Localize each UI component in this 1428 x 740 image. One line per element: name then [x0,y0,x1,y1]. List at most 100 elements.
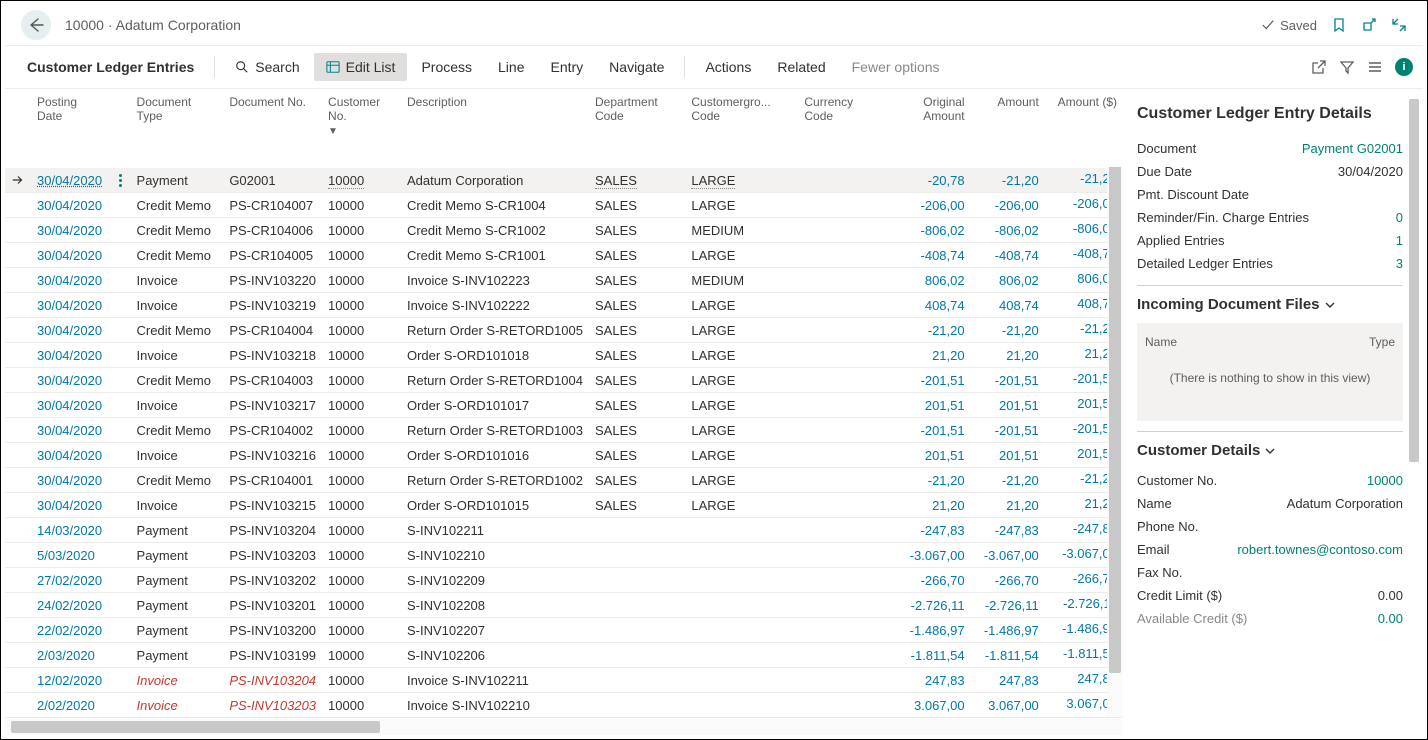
col-original-amount[interactable]: Original Amount [881,89,971,168]
cell-cust-no[interactable]: 10000 [322,568,401,593]
cell-posting-date[interactable]: 30/04/2020 [31,418,111,443]
cell-orig-amount[interactable]: -201,51 [881,368,971,393]
cell-orig-amount[interactable]: 247,83 [881,668,971,693]
table-row[interactable]: 30/04/2020Credit MemoPS-CR10400410000Ret… [5,318,1123,343]
cell-posting-date[interactable]: 24/02/2020 [31,593,111,618]
cell-orig-amount[interactable]: -266,70 [881,568,971,593]
cell-posting-date[interactable]: 14/03/2020 [31,518,111,543]
cell-cust-no[interactable]: 10000 [322,668,401,693]
cell-custgroup[interactable]: LARGE [685,418,798,443]
cell-cust-no[interactable]: 10000 [322,693,401,718]
fb-applied[interactable]: Applied Entries1 [1137,229,1403,252]
cell-custgroup[interactable]: LARGE [685,368,798,393]
col-amount-lcy[interactable]: Amount ($) [1045,89,1123,168]
cell-cust-no[interactable]: 10000 [322,368,401,393]
col-doc-type[interactable]: Document Type [131,89,224,168]
row-actions[interactable] [111,218,131,243]
cell-dept[interactable]: SALES [589,268,685,293]
table-row[interactable]: 30/04/2020InvoicePS-INV10321710000Order … [5,393,1123,418]
cell-amount[interactable]: -806,02 [971,218,1045,243]
cell-amount[interactable]: -2.726,11 [971,593,1045,618]
cell-posting-date[interactable]: 30/04/2020 [31,168,111,193]
cell-orig-amount[interactable]: -21,20 [881,468,971,493]
cell-orig-amount[interactable]: -2.726,11 [881,593,971,618]
cell-dept[interactable]: SALES [589,218,685,243]
table-row[interactable]: 2/02/2020InvoicePS-INV10320310000Invoice… [5,693,1123,718]
cell-dept[interactable] [589,693,685,718]
table-row[interactable]: 30/04/2020Credit MemoPS-CR10400210000Ret… [5,418,1123,443]
cell-dept[interactable] [589,643,685,668]
cell-orig-amount[interactable]: -247,83 [881,518,971,543]
cell-orig-amount[interactable]: 21,20 [881,343,971,368]
fb-available-credit[interactable]: Available Credit ($)0.00 [1137,607,1403,630]
fb-detailed[interactable]: Detailed Ledger Entries3 [1137,252,1403,275]
incoming-docs-header[interactable]: Incoming Document Files [1137,296,1403,313]
cell-posting-date[interactable]: 30/04/2020 [31,343,111,368]
cell-cust-no[interactable]: 10000 [322,643,401,668]
cell-posting-date[interactable]: 12/02/2020 [31,668,111,693]
table-row[interactable]: 2/03/2020PaymentPS-INV10319910000S-INV10… [5,643,1123,668]
cell-amount[interactable]: -206,00 [971,193,1045,218]
cell-amount[interactable]: 201,51 [971,393,1045,418]
table-row[interactable]: 30/04/2020Credit MemoPS-CR10400510000Cre… [5,243,1123,268]
fb-email[interactable]: Emailrobert.townes@contoso.com [1137,538,1403,561]
cell-orig-amount[interactable]: 201,51 [881,443,971,468]
fb-cust-no[interactable]: Customer No.10000 [1137,469,1403,492]
entry-menu[interactable]: Entry [538,53,595,81]
cell-posting-date[interactable]: 30/04/2020 [31,493,111,518]
cell-amount[interactable]: 247,83 [971,668,1045,693]
cell-posting-date[interactable]: 2/03/2020 [31,643,111,668]
cell-cust-no[interactable]: 10000 [322,268,401,293]
cell-posting-date[interactable]: 30/04/2020 [31,268,111,293]
fb-reminder[interactable]: Reminder/Fin. Charge Entries0 [1137,206,1403,229]
cell-amount[interactable]: -1.811,54 [971,643,1045,668]
cell-custgroup[interactable] [685,668,798,693]
cell-custgroup[interactable]: LARGE [685,168,798,193]
cell-amount[interactable]: 21,20 [971,493,1045,518]
cell-amount[interactable]: -247,83 [971,518,1045,543]
cell-dept[interactable] [589,518,685,543]
share-icon[interactable] [1311,59,1327,75]
popout-icon[interactable] [1361,17,1377,33]
cell-amount[interactable]: -21,20 [971,468,1045,493]
actions-menu[interactable]: Actions [693,53,763,81]
cell-custgroup[interactable]: LARGE [685,243,798,268]
cell-cust-no[interactable]: 10000 [322,443,401,468]
bookmark-icon[interactable] [1331,17,1347,33]
row-actions[interactable] [111,593,131,618]
cell-custgroup[interactable]: MEDIUM [685,218,798,243]
cell-custgroup[interactable]: LARGE [685,443,798,468]
cell-custgroup[interactable] [685,518,798,543]
cell-amount[interactable]: -201,51 [971,418,1045,443]
cell-orig-amount[interactable]: 806,02 [881,268,971,293]
col-cust-no[interactable]: Customer No.▼ [322,89,401,168]
table-row[interactable]: 30/04/2020InvoicePS-INV10322010000Invoic… [5,268,1123,293]
table-row[interactable]: 30/04/2020InvoicePS-INV10321910000Invoic… [5,293,1123,318]
collapse-icon[interactable] [1391,17,1407,33]
cell-custgroup[interactable]: LARGE [685,318,798,343]
row-actions[interactable] [111,468,131,493]
cell-custgroup[interactable]: LARGE [685,393,798,418]
cell-posting-date[interactable]: 30/04/2020 [31,468,111,493]
cell-dept[interactable]: SALES [589,168,685,193]
cell-amount[interactable]: -21,20 [971,168,1045,193]
table-row[interactable]: 22/02/2020PaymentPS-INV10320010000S-INV1… [5,618,1123,643]
cell-dept[interactable]: SALES [589,293,685,318]
cell-amount[interactable]: -21,20 [971,318,1045,343]
cell-dept[interactable]: SALES [589,318,685,343]
cell-amount[interactable]: -408,74 [971,243,1045,268]
table-row[interactable]: 30/04/2020InvoicePS-INV10321810000Order … [5,343,1123,368]
cell-orig-amount[interactable]: -206,00 [881,193,971,218]
cell-cust-no[interactable]: 10000 [322,293,401,318]
cell-custgroup[interactable] [685,643,798,668]
row-actions[interactable] [111,168,131,193]
cell-orig-amount[interactable]: -201,51 [881,418,971,443]
fb-document[interactable]: DocumentPayment G02001 [1137,137,1403,160]
process-menu[interactable]: Process [409,53,484,81]
cell-posting-date[interactable]: 30/04/2020 [31,443,111,468]
col-currency[interactable]: Currency Code [798,89,880,168]
cell-dept[interactable] [589,543,685,568]
cell-dept[interactable]: SALES [589,243,685,268]
cell-amount[interactable]: 806,02 [971,268,1045,293]
line-menu[interactable]: Line [486,53,536,81]
